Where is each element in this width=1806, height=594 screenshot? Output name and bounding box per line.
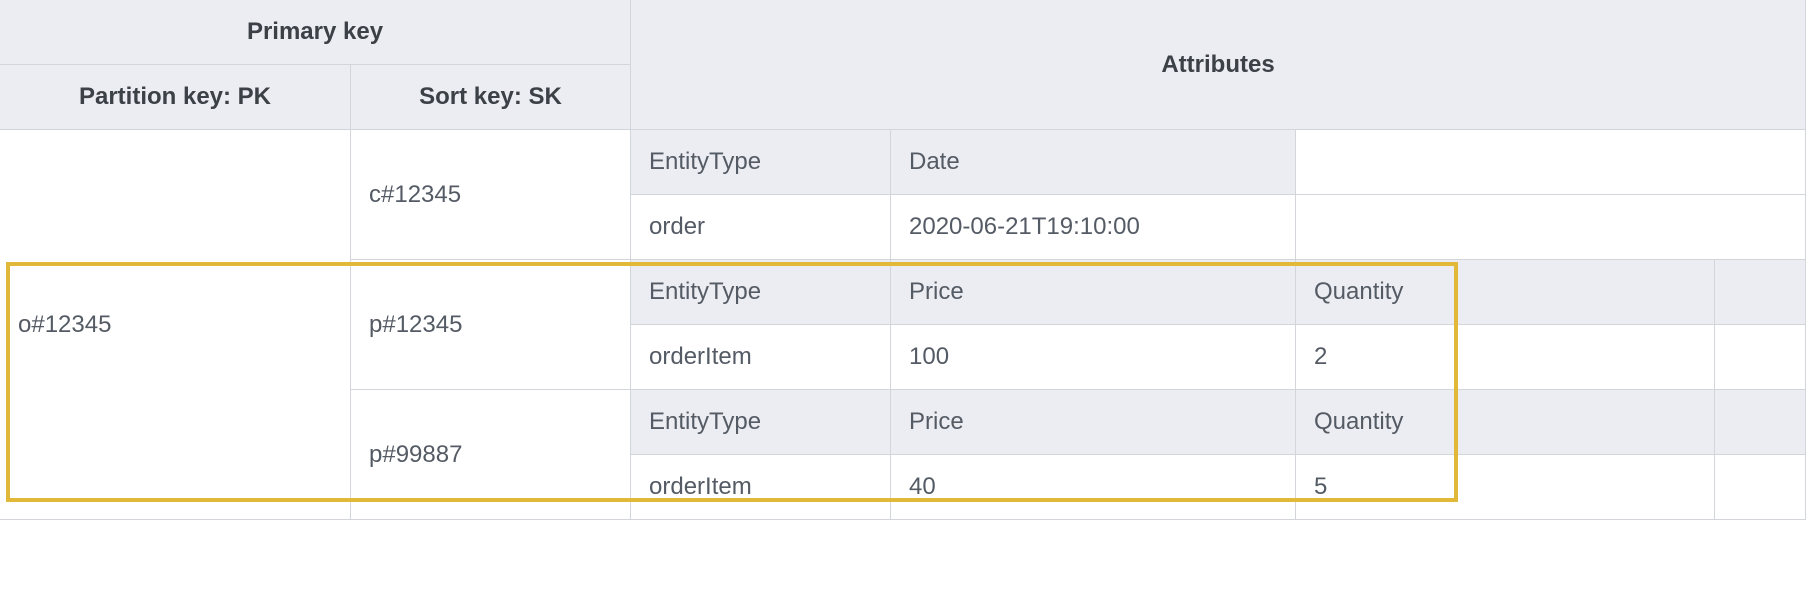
attr-value: 5 [1295, 454, 1715, 520]
attr-value: order [630, 194, 891, 260]
attr-label: Date [890, 129, 1296, 195]
attr-label: Quantity [1295, 389, 1715, 455]
attr-empty [1714, 389, 1806, 455]
attr-label: EntityType [630, 129, 891, 195]
dynamodb-table: Primary key Attributes Partition key: PK… [0, 0, 1806, 520]
attr-label: Quantity [1295, 259, 1715, 325]
attr-label: Price [890, 389, 1296, 455]
attr-label: EntityType [630, 259, 891, 325]
attr-value: orderItem [630, 454, 891, 520]
attr-label: Price [890, 259, 1296, 325]
attr-empty [1714, 259, 1806, 325]
sk-value: c#12345 [350, 129, 631, 260]
attr-value: 2 [1295, 324, 1715, 390]
attr-value: 100 [890, 324, 1296, 390]
pk-value: o#12345 [0, 129, 351, 520]
header-primary-key: Primary key [0, 0, 631, 65]
attr-label: EntityType [630, 389, 891, 455]
sk-value: p#12345 [350, 259, 631, 390]
header-attributes: Attributes [630, 0, 1806, 130]
attr-empty [1714, 324, 1806, 390]
attr-value: orderItem [630, 324, 891, 390]
attr-empty [1714, 454, 1806, 520]
attr-empty [1295, 129, 1806, 195]
header-sort-key: Sort key: SK [350, 64, 631, 130]
attr-value: 2020-06-21T19:10:00 [890, 194, 1296, 260]
header-partition-key: Partition key: PK [0, 64, 351, 130]
sk-value: p#99887 [350, 389, 631, 520]
attr-value: 40 [890, 454, 1296, 520]
attr-empty [1295, 194, 1806, 260]
